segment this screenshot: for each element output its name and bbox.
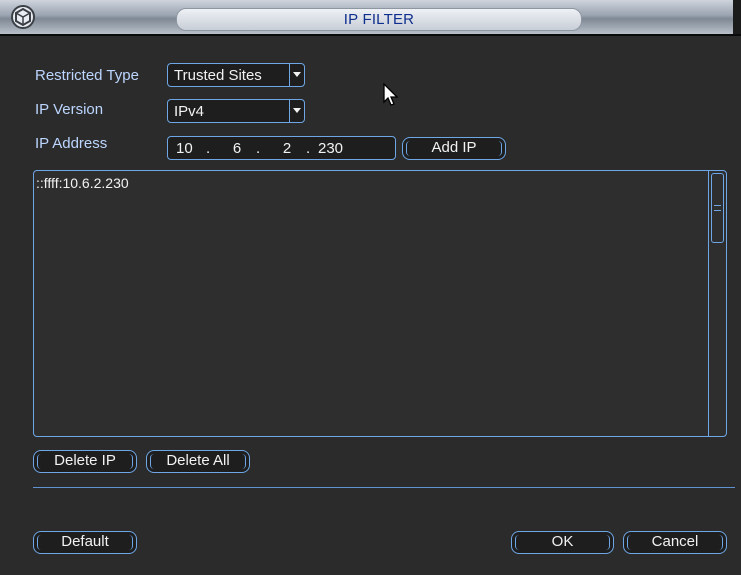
list-item[interactable]: ::ffff:10.6.2.230	[36, 175, 129, 191]
ip-version-value: IPv4	[174, 102, 205, 120]
divider	[33, 487, 735, 488]
ip-octet-2[interactable]: 6	[218, 140, 256, 157]
grip-icon	[714, 205, 721, 211]
ip-filter-window: IP FILTER Restricted Type Trusted Sites …	[0, 0, 741, 575]
cancel-button[interactable]: Cancel	[623, 531, 727, 554]
scroll-thumb[interactable]	[711, 173, 724, 243]
restricted-type-value: Trusted Sites	[174, 66, 262, 84]
chevron-down-icon[interactable]	[289, 64, 304, 86]
ip-address-input[interactable]: 10 . 6 . 2 . 230	[167, 136, 396, 160]
ip-version-label: IP Version	[35, 101, 104, 118]
chevron-down-icon[interactable]	[289, 100, 304, 122]
app-logo-icon	[8, 3, 38, 31]
ip-octet-3[interactable]: 2	[268, 140, 306, 157]
mouse-pointer-icon	[382, 82, 402, 109]
ip-list[interactable]: ::ffff:10.6.2.230	[33, 170, 727, 437]
ip-address-label: IP Address	[35, 135, 108, 152]
restricted-type-label: Restricted Type	[35, 67, 139, 84]
default-button[interactable]: Default	[33, 531, 137, 554]
ip-octet-4[interactable]: 230	[318, 140, 358, 157]
add-ip-button[interactable]: Add IP	[402, 137, 506, 160]
ip-dot-separator: .	[206, 139, 211, 157]
ip-version-dropdown[interactable]: IPv4	[167, 99, 305, 123]
title-bar-edge	[733, 0, 741, 34]
title-bar: IP FILTER	[0, 0, 741, 36]
delete-all-button[interactable]: Delete All	[146, 450, 250, 473]
ip-octet-1[interactable]: 10	[176, 140, 206, 157]
window-title: IP FILTER	[176, 8, 582, 31]
ip-dot-separator: .	[256, 139, 261, 157]
restricted-type-dropdown[interactable]: Trusted Sites	[167, 63, 305, 87]
delete-ip-button[interactable]: Delete IP	[33, 450, 137, 473]
scrollbar[interactable]	[708, 171, 726, 436]
ip-dot-separator: .	[306, 139, 311, 157]
ok-button[interactable]: OK	[511, 531, 614, 554]
